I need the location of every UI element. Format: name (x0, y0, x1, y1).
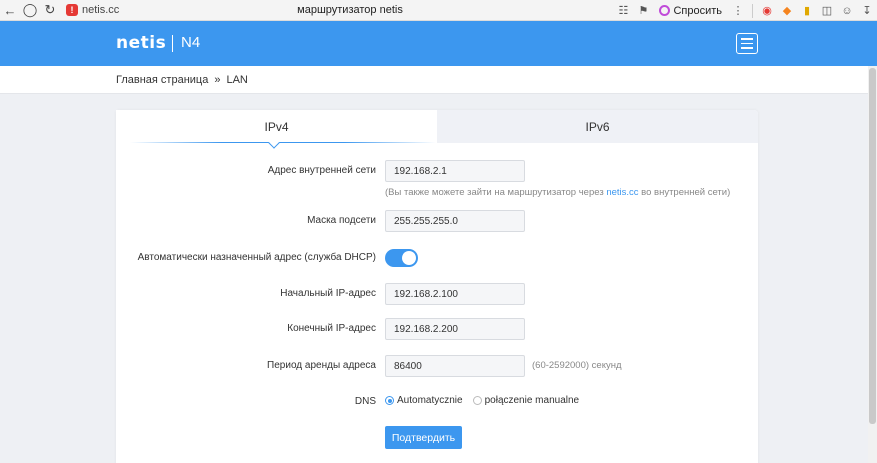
profile-icon[interactable]: ☺ (837, 1, 857, 21)
lan-settings-card: IPv4 IPv6 Адрес внутренней сети (Вы такж… (116, 110, 758, 463)
browser-toolbar: ← ◯ ↻ ! netis.cc маршрутизатор netis ☷ ⚑… (0, 0, 877, 21)
netmask-input[interactable] (385, 210, 525, 232)
logo-divider (172, 35, 173, 52)
more-icon[interactable]: ⋮ (728, 1, 748, 21)
start-ip-label: Начальный IP-адрес (280, 288, 376, 299)
radio-checked-icon (385, 396, 394, 405)
breadcrumb-bar: Главная страница » LAN (0, 66, 877, 94)
dns-manual-label: połączenie manualne (484, 395, 580, 406)
end-ip-label: Конечный IP-адрес (287, 323, 376, 334)
ask-button[interactable]: Спросить (653, 2, 728, 20)
dns-label: DNS (354, 396, 376, 407)
end-ip-input[interactable] (385, 318, 525, 340)
translate-icon[interactable]: ☷ (613, 1, 633, 21)
menu-icon[interactable] (736, 33, 758, 54)
dhcp-label: Автоматически назначенный адрес (служба … (137, 252, 376, 263)
toggle-knob (402, 251, 416, 265)
netis-logo: netis (116, 33, 167, 53)
tab-ipv4[interactable]: IPv4 (116, 110, 437, 143)
warning-icon: ! (66, 4, 78, 16)
radio-unchecked-icon (472, 396, 482, 405)
breadcrumb: Главная страница » LAN (116, 74, 248, 86)
extensions-icon[interactable]: ◫ (817, 1, 837, 21)
download-icon[interactable]: ↧ (857, 1, 877, 21)
submit-button[interactable]: Подтвердить (385, 426, 462, 449)
lan-ip-input[interactable] (385, 160, 525, 182)
app-header: netis N4 (0, 21, 877, 66)
tab-ipv6[interactable]: IPv6 (437, 110, 758, 143)
reload-icon[interactable]: ↻ (40, 0, 60, 20)
page-scrollbar[interactable] (868, 66, 877, 463)
alice-icon (659, 5, 671, 16)
address-bar[interactable]: ! netis.cc (66, 2, 122, 18)
ask-label: Спросить (673, 4, 722, 17)
dns-manual-radio[interactable]: połączenie manualne (472, 395, 580, 406)
back-icon[interactable]: ← (0, 0, 20, 20)
lease-label: Период аренды адреса (267, 360, 376, 371)
dns-auto-label: Automatycznie (397, 395, 463, 406)
lease-hint: (60-2592000) секунд (532, 360, 622, 371)
dns-radio-group: Automatycznie połączenie manualne (385, 395, 589, 406)
dns-auto-radio[interactable]: Automatycznie (385, 395, 463, 406)
dhcp-toggle[interactable] (385, 249, 418, 267)
lan-ip-label: Адрес внутренней сети (267, 165, 376, 176)
netis-link[interactable]: netis.cc (606, 187, 638, 198)
lease-input[interactable] (385, 355, 525, 377)
record-icon[interactable]: ◉ (757, 1, 777, 21)
yandex-icon[interactable]: ◯ (20, 0, 40, 20)
battery-icon[interactable]: ▮ (797, 1, 817, 21)
lan-hint: (Вы также можете зайти на маршрутизатор … (385, 187, 731, 198)
model-name: N4 (181, 34, 201, 51)
start-ip-input[interactable] (385, 283, 525, 305)
bookmark-icon[interactable]: ⚑ (633, 1, 653, 21)
url-text: netis.cc (82, 4, 120, 16)
scrollbar-thumb[interactable] (869, 68, 876, 424)
active-tab-indicator (130, 142, 436, 143)
netmask-label: Маска подсети (307, 215, 376, 226)
breadcrumb-current: LAN (226, 74, 248, 86)
breadcrumb-home[interactable]: Главная страница (116, 74, 208, 86)
metamask-icon[interactable]: ◆ (777, 1, 797, 21)
breadcrumb-separator: » (214, 74, 221, 86)
